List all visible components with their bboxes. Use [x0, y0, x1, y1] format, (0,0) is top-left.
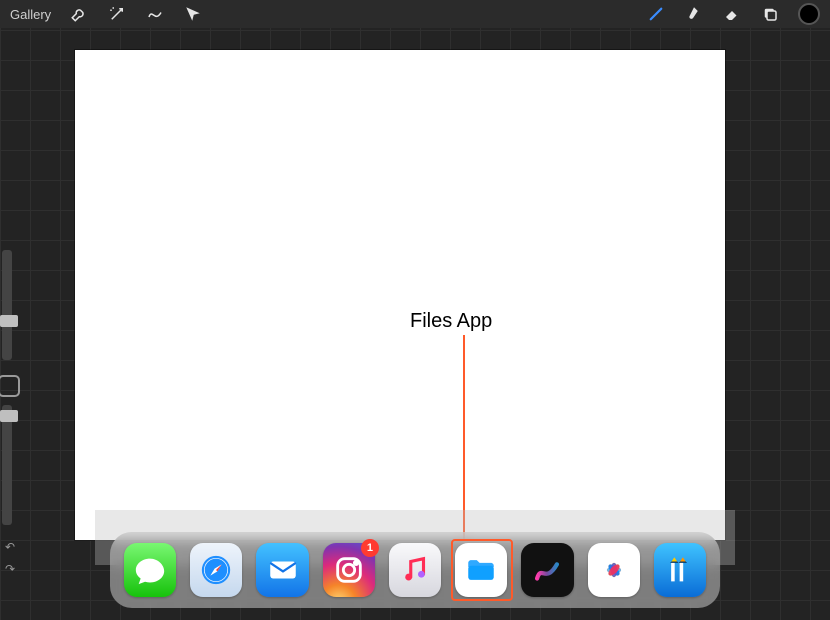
eraser-icon[interactable]	[722, 4, 742, 24]
dock-app-safari[interactable]	[190, 543, 242, 597]
undo-icon[interactable]: ↶	[2, 540, 18, 554]
dock-app-instagram[interactable]: 1	[323, 543, 375, 597]
instagram-badge: 1	[361, 539, 379, 557]
brush-icon[interactable]	[646, 4, 666, 24]
dock-app-mail[interactable]	[256, 543, 308, 597]
dock-app-affinity[interactable]	[654, 543, 706, 597]
dock-app-photos[interactable]	[588, 543, 640, 597]
brush-size-knob[interactable]	[0, 315, 18, 327]
opacity-knob[interactable]	[0, 410, 18, 422]
wand-icon[interactable]	[107, 4, 127, 24]
dock-app-messages[interactable]	[124, 543, 176, 597]
annotation-label: Files App	[410, 310, 492, 333]
dock-app-procreate[interactable]	[521, 543, 573, 597]
dock-app-music[interactable]	[389, 543, 441, 597]
canvas-area[interactable]	[75, 50, 725, 540]
brush-size-track[interactable]	[2, 250, 12, 360]
wrench-icon[interactable]	[69, 4, 89, 24]
opacity-track[interactable]	[2, 405, 12, 525]
smudge-icon[interactable]	[684, 4, 704, 24]
ipad-dock: 1	[110, 532, 720, 608]
selection-icon[interactable]	[145, 4, 165, 24]
color-picker-square[interactable]	[0, 375, 20, 397]
move-icon[interactable]	[183, 4, 203, 24]
redo-icon[interactable]: ↷	[2, 562, 18, 576]
dock-app-files[interactable]	[455, 543, 507, 597]
top-toolbar: Gallery	[0, 0, 830, 28]
layers-icon[interactable]	[760, 4, 780, 24]
gallery-link[interactable]: Gallery	[10, 7, 51, 22]
color-swatch[interactable]	[798, 3, 820, 25]
